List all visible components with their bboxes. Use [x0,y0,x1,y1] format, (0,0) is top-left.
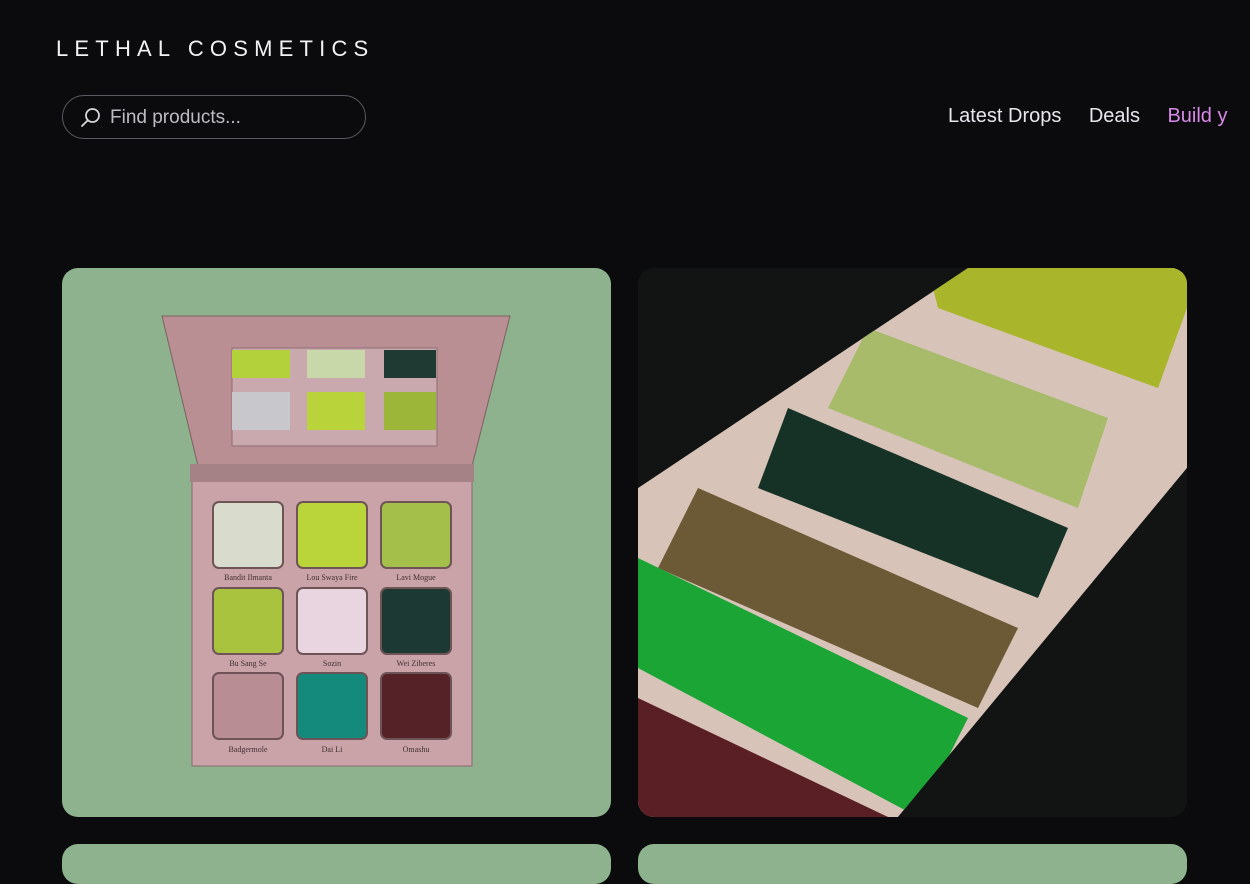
swatch-image [638,268,1187,817]
shade-label: Lou Swaya Fire [306,573,358,582]
nav-latest-drops[interactable]: Latest Drops [948,105,1061,128]
brand-logo[interactable]: LETHAL COSMETICS [56,36,374,62]
product-card-3[interactable] [62,844,611,884]
shade-label: Lavi Mogue [396,573,436,582]
shade-label: Sozin [323,659,341,668]
shade-label: Bandit Ilmanta [224,573,272,582]
shade-label: Omashu [403,745,430,754]
product-card-palette[interactable]: Bandit Ilmanta Lou Swaya Fire Lavi Mogue… [62,268,611,817]
shade-label: Dai Li [322,745,343,754]
nav-build-your-own[interactable]: Build y [1167,105,1227,128]
product-card-swatches[interactable] [638,268,1187,817]
nav-deals[interactable]: Deals [1089,105,1140,128]
shade-label: Bu Sang Se [229,659,267,668]
product-card-4[interactable] [638,844,1187,884]
search-input[interactable] [108,104,352,132]
main-nav: Latest Drops Deals Build y [948,105,1250,128]
palette-image: Bandit Ilmanta Lou Swaya Fire Lavi Mogue… [161,315,511,767]
search-bar[interactable] [62,95,366,139]
shade-label: Wei Ziberes [397,659,436,668]
shade-label: Badgermole [228,745,268,754]
search-icon [80,107,102,129]
